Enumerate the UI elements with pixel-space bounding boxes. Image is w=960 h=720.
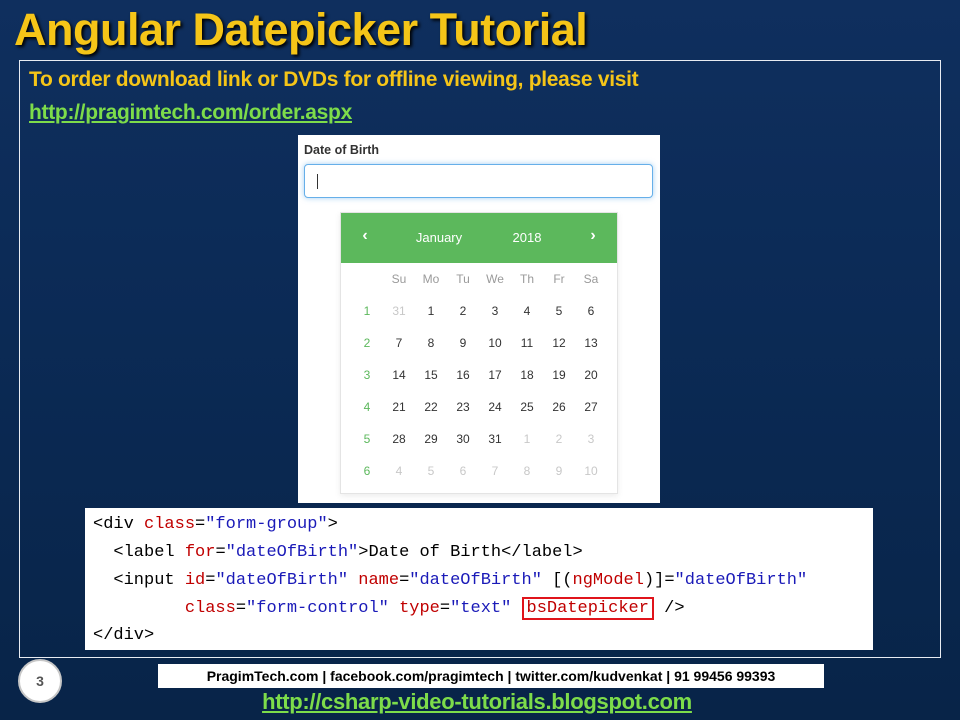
calendar-day[interactable]: 5	[415, 455, 447, 487]
calendar-day[interactable]: 3	[575, 423, 607, 455]
calendar-day[interactable]: 20	[575, 359, 607, 391]
calendar-week-row: 6 4 5 6 7 8 9 10	[341, 455, 617, 487]
next-month-icon[interactable]: ›	[583, 227, 603, 245]
calendar-day[interactable]: 1	[415, 295, 447, 327]
calendar-day[interactable]: 10	[575, 455, 607, 487]
calendar-day[interactable]: 12	[543, 327, 575, 359]
calendar-popup: ‹ January 2018 › Su Mo Tu We Th Fr Sa 13…	[340, 212, 618, 494]
calendar-week-row: 1 31 1 2 3 4 5 6	[341, 295, 617, 327]
calendar-day[interactable]: 3	[479, 295, 511, 327]
calendar-day[interactable]: 30	[447, 423, 479, 455]
datepicker-screenshot: Date of Birth ‹ January 2018 › Su Mo Tu …	[298, 135, 660, 503]
calendar-day[interactable]: 19	[543, 359, 575, 391]
calendar-day[interactable]: 22	[415, 391, 447, 423]
date-of-birth-label: Date of Birth	[304, 143, 379, 157]
previous-month-icon[interactable]: ‹	[355, 227, 375, 245]
calendar-day[interactable]: 16	[447, 359, 479, 391]
calendar-day[interactable]: 2	[447, 295, 479, 327]
calendar-day[interactable]: 31	[479, 423, 511, 455]
weekday-label: We	[486, 272, 504, 286]
calendar-day[interactable]: 13	[575, 327, 607, 359]
calendar-day[interactable]: 24	[479, 391, 511, 423]
calendar-day[interactable]: 14	[383, 359, 415, 391]
calendar-day[interactable]: 2	[543, 423, 575, 455]
week-number[interactable]: 2	[351, 327, 383, 359]
calendar-day[interactable]: 4	[511, 295, 543, 327]
calendar-week-row: 4 21 22 23 24 25 26 27	[341, 391, 617, 423]
calendar-day[interactable]: 25	[511, 391, 543, 423]
week-number[interactable]: 4	[351, 391, 383, 423]
calendar-day[interactable]: 9	[543, 455, 575, 487]
calendar-day[interactable]: 5	[543, 295, 575, 327]
code-line-4: class="form-control" type="text" bsDatep…	[184, 597, 685, 620]
bsdatepicker-highlight: bsDatepicker	[521, 597, 654, 620]
weekday-header-row: Su Mo Tu We Th Fr Sa	[341, 263, 617, 295]
calendar-day[interactable]: 7	[479, 455, 511, 487]
code-line-5: </div>	[93, 626, 155, 645]
week-number[interactable]: 3	[351, 359, 383, 391]
weekday-label: Mo	[422, 272, 440, 286]
year-selector[interactable]: 2018	[503, 230, 551, 245]
calendar-day[interactable]: 23	[447, 391, 479, 423]
month-selector[interactable]: January	[407, 230, 471, 245]
calendar-day[interactable]: 28	[383, 423, 415, 455]
code-line-3: <input id="dateOfBirth" name="dateOfBirt…	[93, 571, 808, 590]
blog-link[interactable]: http://csharp-video-tutorials.blogspot.c…	[0, 689, 954, 715]
calendar-day[interactable]: 6	[575, 295, 607, 327]
calendar-day[interactable]: 6	[447, 455, 479, 487]
calendar-week-row: 2 7 8 9 10 11 12 13	[341, 327, 617, 359]
weekday-label: Fr	[553, 272, 565, 286]
calendar-day[interactable]: 18	[511, 359, 543, 391]
calendar-day[interactable]: 10	[479, 327, 511, 359]
calendar-day[interactable]: 8	[415, 327, 447, 359]
calendar-day[interactable]: 31	[383, 295, 415, 327]
calendar-day[interactable]: 11	[511, 327, 543, 359]
weekday-label: Th	[519, 272, 534, 286]
weekday-label: Su	[391, 272, 407, 286]
calendar-day[interactable]: 1	[511, 423, 543, 455]
week-number[interactable]: 1	[351, 295, 383, 327]
calendar-day[interactable]: 21	[383, 391, 415, 423]
calendar-day[interactable]: 7	[383, 327, 415, 359]
calendar-day[interactable]: 17	[479, 359, 511, 391]
weekday-label: Tu	[456, 272, 470, 286]
week-number[interactable]: 5	[351, 423, 383, 455]
week-number[interactable]: 6	[351, 455, 383, 487]
calendar-day[interactable]: 26	[543, 391, 575, 423]
order-notice: To order download link or DVDs for offli…	[29, 68, 639, 91]
calendar-week-row: 5 28 29 30 31 1 2 3	[341, 423, 617, 455]
code-line-1: <div class="form-group">	[93, 515, 338, 534]
calendar-week-row: 3 14 15 16 17 18 19 20	[341, 359, 617, 391]
calendar-day[interactable]: 4	[383, 455, 415, 487]
calendar-header: ‹ January 2018 ›	[341, 213, 617, 263]
code-snippet: <div class="form-group"> <label for="dat…	[85, 508, 873, 650]
social-contact-bar: PragimTech.com | facebook.com/pragimtech…	[158, 664, 824, 688]
calendar-day[interactable]: 27	[575, 391, 607, 423]
date-of-birth-input[interactable]	[304, 164, 653, 198]
calendar-day[interactable]: 29	[415, 423, 447, 455]
calendar-day[interactable]: 15	[415, 359, 447, 391]
weekday-label: Sa	[583, 272, 599, 286]
text-caret	[317, 174, 318, 189]
slide-title: Angular Datepicker Tutorial	[14, 4, 588, 55]
calendar-day[interactable]: 8	[511, 455, 543, 487]
order-link[interactable]: http://pragimtech.com/order.aspx	[29, 101, 352, 125]
code-line-2: <label for="dateOfBirth">Date of Birth</…	[93, 543, 583, 562]
calendar-day[interactable]: 9	[447, 327, 479, 359]
